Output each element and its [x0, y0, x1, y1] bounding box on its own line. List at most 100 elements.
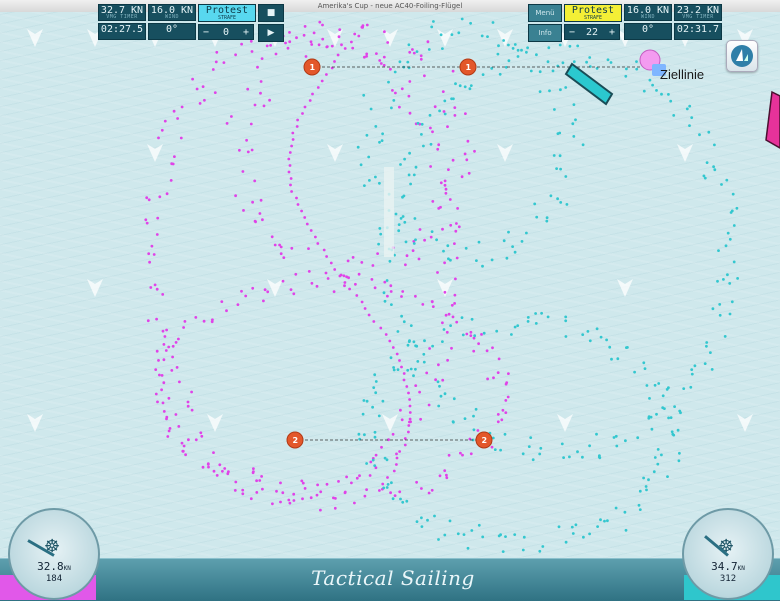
cyan-trail-dot [707, 130, 711, 134]
magenta-trail-dot [346, 259, 350, 263]
cyan-trail-dot [373, 373, 377, 377]
cyan-trail-dot [377, 242, 380, 246]
cyan-trail-dot [385, 279, 389, 282]
cyan-trail-dot [469, 21, 472, 25]
magenta-trail-dot [395, 463, 398, 466]
play-button[interactable]: ▶ [258, 24, 284, 42]
cyan-trail-dot [572, 103, 576, 106]
cyan-trail-dot [588, 444, 591, 448]
stop-button[interactable]: ■ [258, 4, 284, 22]
cyan-trail-dot [452, 97, 455, 101]
magenta-trail-dot [303, 216, 307, 219]
magenta-trail-dot [150, 244, 154, 248]
magenta-trail-dot [420, 487, 423, 490]
magenta-trail-dot [289, 177, 293, 180]
magenta-trail-dot [279, 500, 282, 504]
magenta-trail-dot [270, 235, 274, 239]
cyan-trail-dot [538, 452, 542, 456]
cyan-trail-dot [439, 394, 443, 398]
magenta-trail-dot [318, 20, 322, 24]
cyan-trail-dot [516, 324, 520, 327]
magenta-trail-dot [450, 303, 454, 307]
magenta-trail-dot [146, 319, 150, 323]
magenta-trail-dot [445, 330, 449, 334]
magenta-trail-dot [411, 48, 414, 51]
plus-button[interactable]: + [609, 27, 615, 38]
magenta-trail-dot [373, 286, 377, 290]
magenta-trail-dot [273, 243, 277, 247]
cyan-trail-dot [688, 124, 691, 127]
app-logo-button[interactable] [726, 40, 758, 72]
info-button[interactable]: Info [528, 24, 562, 42]
magenta-trail-dot [403, 443, 407, 447]
race-course[interactable]: 1122 Ziellinie [0, 12, 780, 558]
cyan-trail-dot [635, 60, 638, 63]
cyan-trail-dot [359, 163, 363, 167]
magenta-trail-dot [501, 408, 505, 412]
magenta-trail-dot [315, 493, 319, 497]
wind-arrow-icon [737, 414, 753, 432]
left-penalty-stepper[interactable]: − 0 + [198, 24, 254, 40]
cyan-trail-dot [626, 346, 629, 349]
right-heading-readout: 312 [719, 574, 737, 584]
cyan-trail-dot [574, 118, 577, 122]
minus-button[interactable]: − [569, 27, 575, 38]
magenta-trail-dot [439, 181, 443, 185]
minus-button[interactable]: − [203, 27, 209, 38]
cyan-trail-dot [389, 356, 393, 360]
magenta-trail-dot [288, 151, 292, 154]
magenta-trail-dot [423, 238, 426, 242]
left-protest-button[interactable]: Protest STRAFE [198, 4, 256, 22]
right-penalty-value: 22 [585, 26, 599, 38]
cyan-trail-dot [481, 73, 485, 76]
wind-arrow-icon [617, 279, 633, 297]
right-penalty-stepper[interactable]: − 22 + [564, 24, 620, 40]
cyan-trail-dot [576, 44, 580, 48]
cyan-trail-dot [373, 464, 377, 467]
plus-button[interactable]: + [243, 27, 249, 38]
magenta-trail-dot [162, 358, 166, 362]
cyan-trail-dot [572, 135, 576, 138]
magenta-trail-dot [304, 55, 308, 58]
magenta-trail-dot [175, 366, 179, 369]
cyan-trail-dot [443, 392, 447, 396]
magenta-trail-dot [384, 333, 388, 336]
magenta-trail-dot [287, 498, 291, 502]
magenta-trail-dot [418, 390, 421, 394]
magenta-trail-dot [190, 408, 194, 412]
cyan-trail-dot [430, 25, 434, 29]
wind-arrow-icon [382, 414, 398, 432]
magenta-trail-dot [451, 315, 455, 319]
magenta-trail-dot [145, 196, 149, 200]
cyan-trail-dot [486, 35, 489, 38]
magenta-trail-dot [288, 164, 292, 167]
magenta-trail-dot [434, 378, 437, 382]
magenta-trail-dot [171, 344, 175, 348]
magenta-trail-dot [389, 290, 393, 293]
magenta-trail-dot [261, 487, 264, 491]
wind-arrow-icon [207, 414, 223, 432]
cyan-trail-dot [614, 434, 618, 438]
cyan-trail-dot [558, 154, 562, 158]
cyan-trail-dot [698, 133, 701, 137]
magenta-trail-dot [399, 408, 402, 412]
menu-button[interactable]: Menü [528, 4, 562, 22]
cyan-trail-dot [711, 307, 715, 311]
cyan-trail-dot [504, 535, 507, 538]
magenta-trail-dot [500, 418, 504, 422]
right-protest-button[interactable]: Protest STRAFE [564, 4, 622, 22]
magenta-trail-dot [408, 50, 412, 54]
magenta-trail-dot [155, 349, 159, 353]
magenta-trail-dot [167, 429, 171, 433]
magenta-trail-dot [442, 110, 446, 113]
magenta-trail-dot [448, 198, 452, 201]
cyan-trail-dot [451, 420, 455, 424]
cyan-trail-dot [430, 230, 434, 234]
cyan-trail-dot [645, 488, 648, 492]
magenta-trail-dot [199, 431, 203, 435]
magenta-trail-dot [211, 68, 215, 71]
cyan-trail-dot [656, 448, 660, 451]
cyan-trail-dot [603, 519, 606, 523]
magenta-trail-dot [407, 430, 410, 434]
magenta-trail-dot [296, 118, 299, 122]
